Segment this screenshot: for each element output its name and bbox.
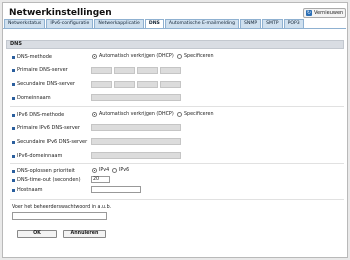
secondary-ipv6-dns-label: Secundaire IPv6 DNS-server [12, 139, 87, 145]
bullet-icon [12, 126, 15, 130]
tab-network-status[interactable]: Netwerkstatus [4, 19, 46, 28]
primary-dns-octet-3[interactable] [137, 67, 158, 74]
secondary-dns-label: Secundaire DNS-server [12, 81, 75, 87]
radio-empty-icon [177, 54, 182, 59]
radio-selected-icon [92, 168, 97, 173]
tab-dns[interactable]: DNS [144, 19, 164, 28]
password-label: Voer het beheerderswachtwoord in a.u.b. [12, 205, 112, 210]
timeout-input[interactable]: 20 [91, 176, 110, 183]
priority-ipv4-radio[interactable]: IPv4 [92, 168, 109, 173]
bullet-icon [12, 154, 15, 158]
secondary-dns-octet-2[interactable] [114, 81, 135, 88]
bullet-icon [12, 169, 15, 173]
dns-dhcp-radio[interactable]: Automatisch verkrijgen (DHCP) [92, 54, 174, 59]
secondary-dns-octet-4[interactable] [160, 81, 181, 88]
domain-name-field[interactable] [91, 94, 181, 101]
divider [10, 199, 344, 200]
tab-snmp[interactable]: SNMP [240, 19, 262, 28]
primary-ipv6-dns-label: Primaire IPv6 DNS-server [12, 125, 80, 131]
primary-dns-octet-2[interactable] [114, 67, 135, 74]
tab-underline [3, 28, 346, 29]
bullet-icon [12, 82, 15, 86]
hostname-label: Hostnaam [12, 187, 43, 193]
radio-empty-icon [112, 168, 117, 173]
refresh-label: Vernieuwen [314, 10, 344, 16]
dns-section-header: DNS [6, 40, 344, 49]
bullet-icon [12, 188, 15, 192]
ipv6-dns-method-label: IPv6 DNS-methode [12, 112, 64, 118]
hostname-input[interactable] [91, 186, 141, 193]
secondary-dns-octet-1[interactable] [91, 81, 112, 88]
resolution-priority-label: DNS-oplossen prioriteit [12, 168, 75, 174]
primary-dns-octet-1[interactable] [91, 67, 112, 74]
tab-smtp[interactable]: SMTP [262, 19, 283, 28]
ipv6-dns-dhcp-radio[interactable]: Automatisch verkrijgen (DHCP) [92, 112, 174, 117]
priority-ipv6-radio[interactable]: IPv6 [112, 168, 129, 173]
bullet-icon [12, 113, 15, 117]
dns-method-label: DNS-methode [12, 54, 52, 60]
ipv6-dns-specify-radio[interactable]: Specificeren [177, 112, 213, 117]
timeout-label: DNS-time-out (seconden) [12, 177, 81, 183]
ipv6-domain-field[interactable] [91, 152, 181, 159]
tab-bar: Netwerkstatus IPv6-configuratie Netwerka… [4, 19, 304, 28]
primary-dns-octet-4[interactable] [160, 67, 181, 74]
tab-pop3[interactable]: POP3 [283, 19, 304, 28]
primary-ipv6-dns-field[interactable] [91, 124, 181, 131]
radio-selected-icon [92, 112, 97, 117]
bullet-icon [12, 68, 15, 72]
refresh-button[interactable]: ↻ Vernieuwen [303, 8, 347, 18]
page-title: Netwerkinstellingen [9, 8, 112, 18]
tab-auto-email[interactable]: Automatische E-mailmelding [164, 19, 239, 28]
ok-button[interactable]: OK [17, 230, 57, 238]
cancel-button[interactable]: Annuleren [63, 230, 106, 238]
radio-empty-icon [177, 112, 182, 117]
primary-dns-label: Primaire DNS-server [12, 67, 68, 73]
bullet-icon [12, 96, 15, 100]
bullet-icon [12, 140, 15, 144]
ipv6-domain-label: IPv6-domeinnaam [12, 153, 62, 159]
tab-ipv6-configuration[interactable]: IPv6-configuratie [46, 19, 94, 28]
domain-name-label: Domeinnaam [12, 95, 51, 101]
tab-network-application[interactable]: Netwerkapplicatie [94, 19, 144, 28]
bullet-icon [12, 55, 15, 59]
dns-specify-radio[interactable]: Specificeren [177, 54, 213, 59]
admin-password-input[interactable] [12, 212, 107, 220]
bullet-icon [12, 178, 15, 182]
divider [10, 106, 344, 107]
divider [10, 163, 344, 164]
secondary-dns-octet-3[interactable] [137, 81, 158, 88]
secondary-ipv6-dns-field[interactable] [91, 138, 181, 145]
radio-selected-icon [92, 54, 97, 59]
refresh-icon: ↻ [306, 10, 312, 16]
